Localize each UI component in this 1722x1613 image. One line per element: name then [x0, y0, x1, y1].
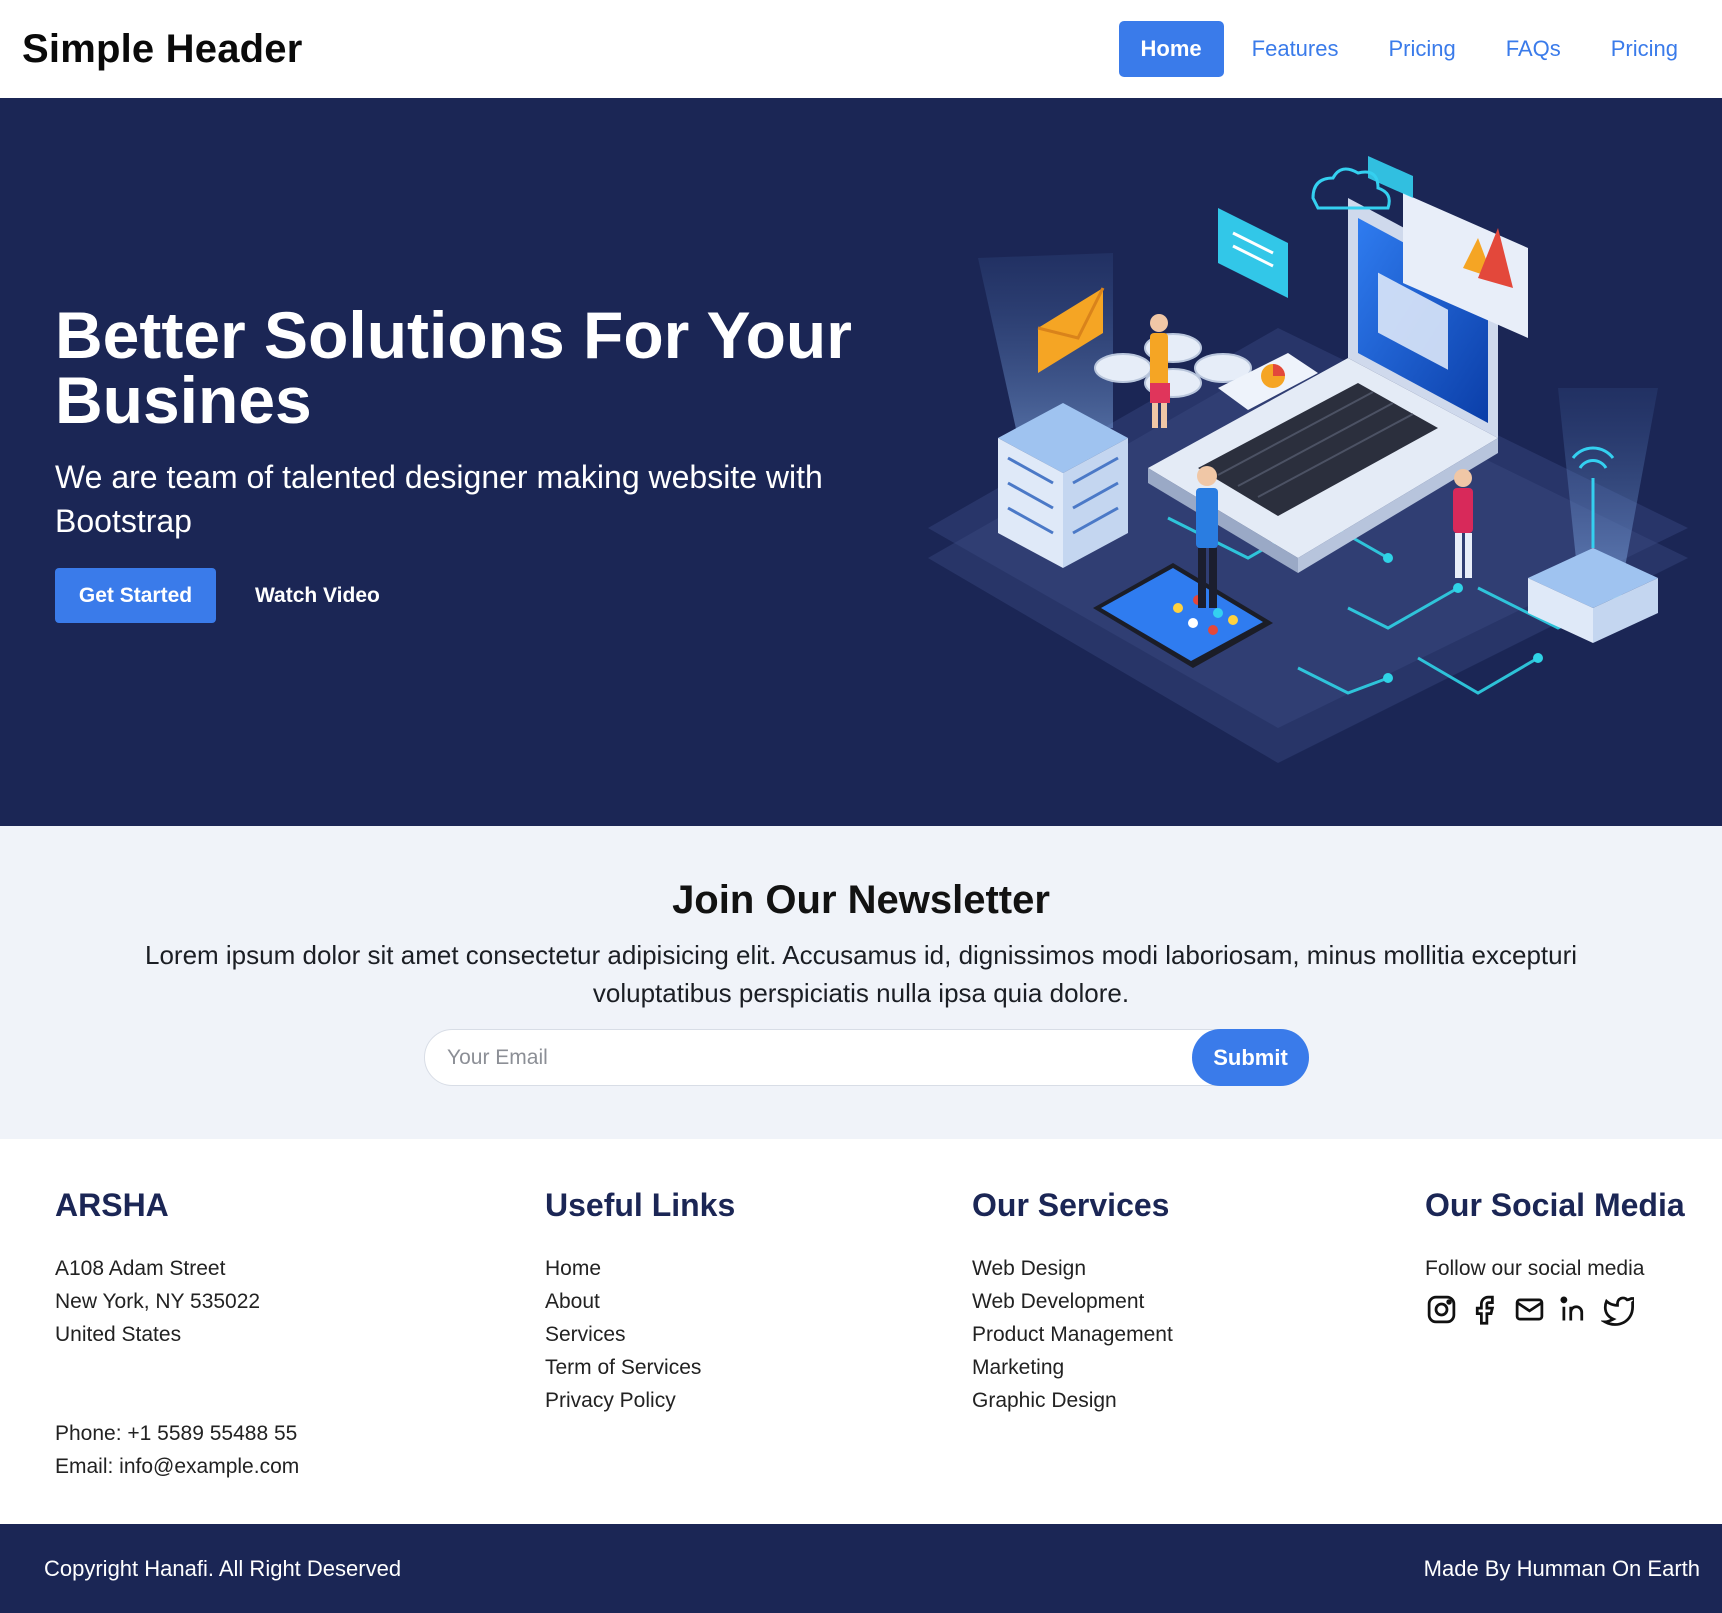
- footer-company: ARSHA A108 Adam Street New York, NY 5350…: [55, 1187, 299, 1483]
- watch-video-link[interactable]: Watch Video: [255, 568, 380, 623]
- company-title: ARSHA: [55, 1187, 169, 1223]
- service-marketing[interactable]: Marketing: [972, 1351, 1173, 1384]
- nav-faqs[interactable]: FAQs: [1484, 21, 1583, 77]
- nav-pricing-2[interactable]: Pricing: [1589, 21, 1700, 77]
- brand-logo[interactable]: Simple Header: [22, 27, 303, 72]
- link-services[interactable]: Services: [545, 1318, 735, 1351]
- service-web-design[interactable]: Web Design: [972, 1252, 1173, 1285]
- bottom-bar: Copyright Hanafi. All Right Deserved Mad…: [0, 1524, 1722, 1613]
- nav-pricing[interactable]: Pricing: [1366, 21, 1477, 77]
- email-input[interactable]: [447, 1030, 1147, 1085]
- hero-title: Better Solutions For Your Busines: [55, 298, 852, 437]
- link-home[interactable]: Home: [545, 1252, 735, 1285]
- link-terms[interactable]: Term of Services: [545, 1351, 735, 1384]
- site-footer: ARSHA A108 Adam Street New York, NY 5350…: [0, 1139, 1722, 1524]
- get-started-button[interactable]: Get Started: [55, 568, 216, 623]
- newsletter-text: Lorem ipsum dolor sit amet consectetur a…: [144, 940, 1578, 1008]
- service-web-development[interactable]: Web Development: [972, 1285, 1173, 1318]
- service-graphic-design[interactable]: Graphic Design: [972, 1384, 1173, 1417]
- phone-text: Phone: +1 5589 55488 55: [55, 1422, 298, 1445]
- credit-text: Made By Humman On Earth: [1423, 1555, 1700, 1581]
- footer-services: Our Services Web Design Web Development …: [972, 1187, 1173, 1417]
- email-text: Email: info@example.com: [55, 1455, 300, 1478]
- twitter-icon[interactable]: [1601, 1293, 1634, 1326]
- submit-button[interactable]: Submit: [1192, 1029, 1309, 1086]
- instagram-icon[interactable]: [1425, 1293, 1458, 1326]
- mail-icon[interactable]: [1513, 1293, 1546, 1326]
- site-header: Simple Header Home Features Pricing FAQs…: [0, 0, 1722, 98]
- newsletter-form: Submit: [424, 1029, 1309, 1086]
- hero-subtitle: We are team of talented designer making …: [55, 459, 823, 539]
- isometric-tech-illustration: [928, 156, 1688, 763]
- nav-features[interactable]: Features: [1230, 21, 1361, 77]
- social-icons: [1425, 1293, 1685, 1326]
- social-text: Follow our social media: [1425, 1257, 1645, 1280]
- footer-social: Our Social Media Follow our social media: [1425, 1187, 1685, 1326]
- link-privacy[interactable]: Privacy Policy: [545, 1384, 735, 1417]
- useful-links-title: Useful Links: [545, 1187, 736, 1223]
- hero-section: Better Solutions For Your Busines We are…: [0, 98, 1722, 826]
- main-nav: Home Features Pricing FAQs Pricing: [1113, 21, 1700, 77]
- nav-home[interactable]: Home: [1118, 21, 1224, 77]
- newsletter-section: Join Our Newsletter Lorem ipsum dolor si…: [0, 826, 1722, 1139]
- address-line-1: A108 Adam Street: [55, 1257, 226, 1280]
- address-line-2: New York, NY 535022: [55, 1290, 261, 1313]
- copyright-text: Copyright Hanafi. All Right Deserved: [44, 1555, 402, 1581]
- address-line-3: United States: [55, 1323, 182, 1346]
- link-about[interactable]: About: [545, 1285, 735, 1318]
- service-product-management[interactable]: Product Management: [972, 1318, 1173, 1351]
- linkedin-icon[interactable]: [1557, 1293, 1590, 1326]
- newsletter-title: Join Our Newsletter: [672, 878, 1050, 922]
- social-title: Our Social Media: [1425, 1187, 1685, 1223]
- facebook-icon[interactable]: [1469, 1293, 1502, 1326]
- services-title: Our Services: [972, 1187, 1170, 1223]
- footer-useful-links: Useful Links Home About Services Term of…: [545, 1187, 735, 1417]
